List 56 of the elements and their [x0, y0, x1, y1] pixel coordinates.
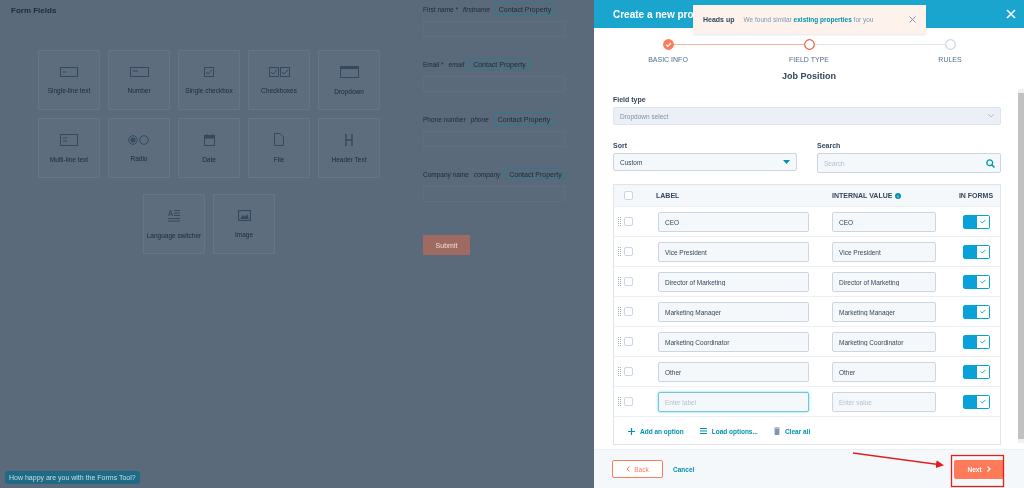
search-icon — [986, 159, 995, 168]
row-checkbox[interactable] — [624, 337, 633, 346]
toggle-switch[interactable] — [962, 274, 990, 289]
modal-title: Create a new pro — [613, 8, 694, 20]
toggle-switch[interactable] — [962, 214, 990, 229]
check-icon — [979, 309, 986, 314]
caret-icon — [783, 160, 790, 164]
toggle-switch[interactable] — [962, 244, 990, 259]
panel-title: Form Fields — [11, 6, 58, 15]
scrollbar[interactable] — [1018, 89, 1024, 443]
list-icon — [699, 428, 707, 434]
plus-icon — [628, 427, 635, 435]
row-checkbox[interactable] — [624, 397, 633, 406]
checkboxes-icon — [268, 66, 290, 77]
check-icon — [979, 339, 986, 344]
toggle-switch[interactable] — [962, 304, 990, 319]
drag-handle-icon[interactable] — [618, 217, 621, 226]
highlight-frame — [950, 454, 1005, 488]
close-icon[interactable] — [909, 16, 916, 23]
drag-handle-icon[interactable] — [618, 277, 621, 286]
toggle-switch[interactable] — [962, 394, 990, 409]
chevron-left-icon — [626, 466, 631, 472]
check-icon — [979, 279, 986, 284]
section-heading: Job Position — [781, 71, 837, 83]
check-icon — [979, 399, 986, 404]
info-icon — [895, 192, 902, 199]
drag-handle-icon[interactable] — [618, 397, 621, 406]
text-field-icon — [60, 66, 78, 77]
select-all-checkbox[interactable] — [624, 191, 633, 200]
row-checkbox[interactable] — [624, 367, 633, 376]
toggle-switch[interactable] — [962, 334, 990, 349]
toggle-switch[interactable] — [962, 364, 990, 379]
row-checkbox[interactable] — [624, 217, 633, 226]
paragraph-icon — [168, 209, 180, 222]
image-icon — [237, 210, 251, 221]
checkbox-icon — [204, 66, 214, 77]
row-checkbox[interactable] — [624, 307, 633, 316]
text-area-icon — [60, 133, 78, 146]
chevron-right-icon — [986, 466, 991, 472]
number-field-icon — [129, 66, 149, 77]
radio-icon — [128, 134, 150, 145]
calendar-icon — [203, 133, 215, 146]
drag-handle-icon[interactable] — [618, 247, 621, 256]
drag-handle-icon[interactable] — [618, 307, 621, 316]
chevron-down-icon — [988, 114, 994, 118]
drag-handle-icon[interactable] — [618, 367, 621, 376]
drag-handle-icon[interactable] — [618, 337, 621, 346]
check-icon — [979, 369, 986, 374]
row-checkbox[interactable] — [624, 277, 633, 286]
dropdown-icon — [339, 65, 359, 78]
row-checkbox[interactable] — [624, 247, 633, 256]
document-icon — [274, 133, 284, 146]
check-icon — [979, 249, 986, 254]
trash-icon — [773, 427, 780, 435]
heading-icon — [345, 133, 353, 146]
check-icon — [979, 219, 986, 224]
